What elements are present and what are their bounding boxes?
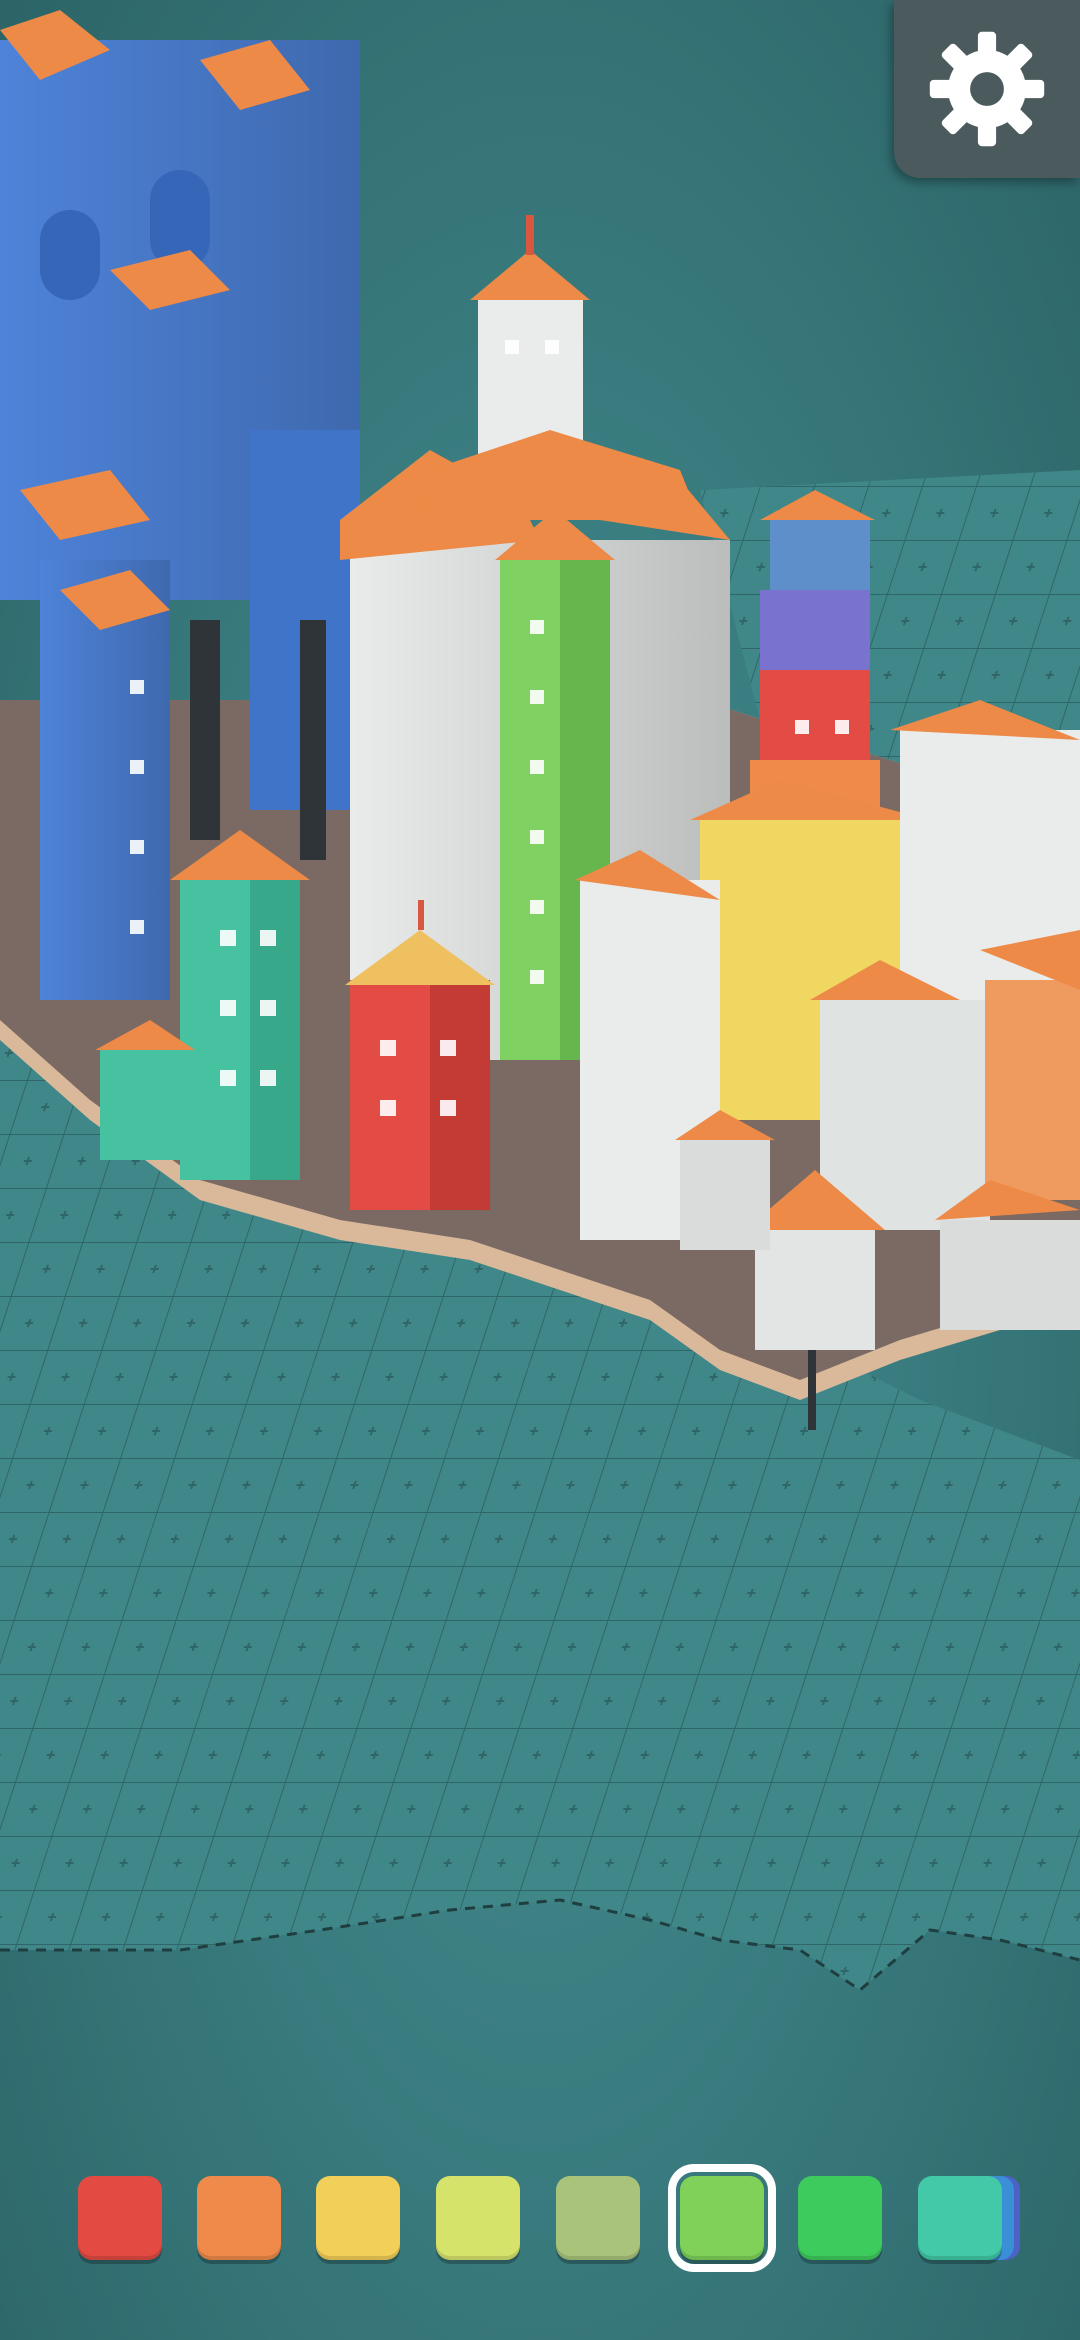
- color-swatch-yellow[interactable]: [316, 2176, 400, 2260]
- color-palette: [0, 2164, 1080, 2272]
- color-swatch-light-lime[interactable]: [436, 2176, 520, 2260]
- color-swatch-teal[interactable]: [918, 2176, 1002, 2260]
- color-swatch-green[interactable]: [668, 2164, 776, 2272]
- settings-button[interactable]: [894, 0, 1080, 178]
- color-swatch-orange[interactable]: [197, 2176, 281, 2260]
- color-swatch-bright-green[interactable]: [798, 2176, 882, 2260]
- town-scene[interactable]: [0, 0, 1080, 2340]
- game-viewport[interactable]: [0, 0, 1080, 2340]
- color-swatch-red[interactable]: [78, 2176, 162, 2260]
- gear-icon: [929, 31, 1045, 147]
- color-swatch-olive-green[interactable]: [556, 2176, 640, 2260]
